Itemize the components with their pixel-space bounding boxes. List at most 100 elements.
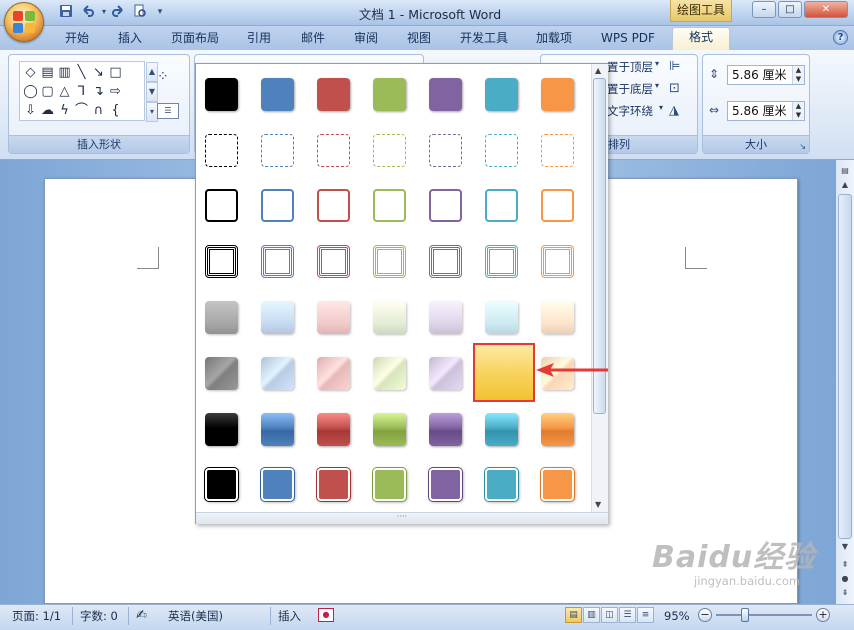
arc-shape-icon[interactable]: ⌒: [73, 102, 90, 119]
undo-icon[interactable]: [80, 4, 96, 20]
shape-style-swatch[interactable]: [317, 468, 350, 501]
zoom-out-icon[interactable]: −: [698, 608, 712, 622]
shape-style-swatch[interactable]: [261, 357, 294, 390]
maximize-button[interactable]: □: [778, 1, 802, 18]
shape-style-swatch[interactable]: [317, 134, 350, 167]
shape-styles-gallery[interactable]: ▲ ▼ ····: [195, 63, 608, 524]
curve-shape-icon[interactable]: ∩: [90, 102, 107, 119]
brace-shape-icon[interactable]: {: [107, 102, 124, 119]
tab-wps-pdf[interactable]: WPS PDF: [592, 29, 664, 49]
shape-style-swatch[interactable]: [429, 413, 462, 446]
tab-developer[interactable]: 开发工具: [451, 29, 517, 49]
gallery-scroll-down-icon[interactable]: ▼: [595, 500, 601, 509]
down-arrow-shape-icon[interactable]: ⇩: [22, 102, 39, 119]
shape-style-swatch[interactable]: [429, 78, 462, 111]
rounded-rect-shape-icon[interactable]: ▢: [39, 83, 56, 100]
shape-style-swatch[interactable]: [205, 189, 238, 222]
shape-style-swatch[interactable]: [485, 413, 518, 446]
office-button[interactable]: [4, 2, 44, 42]
shape-style-swatch[interactable]: [261, 189, 294, 222]
elbow-connector-shape-icon[interactable]: ⅂: [73, 83, 90, 100]
rotate-icon[interactable]: ◮: [669, 103, 679, 118]
shape-style-swatch[interactable]: [429, 245, 462, 278]
vertical-scroll-thumb[interactable]: [838, 194, 852, 539]
zoom-level[interactable]: 95%: [664, 608, 690, 624]
edit-points-icon[interactable]: ⁘: [157, 69, 179, 87]
language-indicator[interactable]: 英语(美国): [168, 608, 223, 624]
shape-style-swatch[interactable]: [541, 78, 574, 111]
diamond-shape-icon[interactable]: ◇: [22, 64, 39, 81]
shape-height-input[interactable]: 5.86 厘米 ▲ ▼: [727, 65, 805, 85]
tab-add-ins[interactable]: 加载项: [527, 29, 581, 49]
customize-icon[interactable]: ▾: [152, 4, 168, 20]
shape-style-swatch[interactable]: [317, 189, 350, 222]
send-to-back-dropdown-icon[interactable]: ▾: [655, 81, 659, 90]
shape-style-swatch[interactable]: [205, 134, 238, 167]
size-dialog-launcher-icon[interactable]: ↘: [799, 142, 806, 151]
line-shape-icon[interactable]: ╲: [73, 64, 90, 81]
web-layout-view-icon[interactable]: ◫: [601, 607, 618, 623]
gallery-scrollbar[interactable]: ▲ ▼: [591, 64, 608, 512]
shape-style-swatch[interactable]: [429, 189, 462, 222]
shape-style-swatch[interactable]: [205, 245, 238, 278]
minimize-button[interactable]: –: [752, 1, 776, 18]
outline-view-icon[interactable]: ☰: [619, 607, 636, 623]
word-count[interactable]: 字数: 0: [80, 608, 118, 624]
print-layout-view-icon[interactable]: ▤: [565, 607, 582, 623]
cloud-shape-icon[interactable]: ☁: [39, 102, 56, 119]
page-count[interactable]: 页面: 1/1: [12, 608, 61, 624]
elbow-arrow-shape-icon[interactable]: ↴: [90, 83, 107, 100]
shape-style-swatch[interactable]: [373, 357, 406, 390]
freeform-shape-icon[interactable]: ϟ: [56, 102, 73, 119]
tab-mailings[interactable]: 邮件: [292, 29, 334, 49]
shape-style-swatch[interactable]: [205, 468, 238, 501]
shape-style-swatch[interactable]: [373, 245, 406, 278]
gallery-scroll-up-icon[interactable]: ▲: [595, 66, 601, 75]
shape-style-swatch[interactable]: [429, 301, 462, 334]
shape-style-swatch[interactable]: [205, 413, 238, 446]
zoom-slider-track[interactable]: [716, 608, 812, 622]
print-preview-icon[interactable]: [132, 4, 148, 20]
tab-insert[interactable]: 插入: [109, 29, 151, 49]
zoom-slider-thumb[interactable]: [740, 608, 749, 622]
draft-view-icon[interactable]: ≡: [637, 607, 654, 623]
oval-shape-icon[interactable]: ◯: [22, 83, 39, 100]
shape-style-swatch[interactable]: [485, 245, 518, 278]
shape-style-swatch[interactable]: [485, 301, 518, 334]
shape-style-swatch[interactable]: [317, 413, 350, 446]
proofing-icon[interactable]: ✍: [136, 608, 147, 624]
shape-style-swatch[interactable]: [261, 413, 294, 446]
tab-format[interactable]: 格式: [672, 27, 730, 50]
text-wrap-button[interactable]: 文字环绕: [607, 101, 677, 121]
shape-style-swatch[interactable]: [317, 245, 350, 278]
shape-style-swatch[interactable]: [373, 413, 406, 446]
scroll-up-icon[interactable]: ▲: [838, 178, 852, 192]
right-arrow-shape-icon[interactable]: ⇨: [107, 83, 124, 100]
shape-style-swatch[interactable]: [317, 78, 350, 111]
draw-textbox-icon[interactable]: ☰: [157, 103, 179, 119]
shape-width-input[interactable]: 5.86 厘米 ▲ ▼: [727, 101, 805, 121]
tab-view[interactable]: 视图: [398, 29, 440, 49]
shape-style-swatch[interactable]: [485, 134, 518, 167]
shape-style-swatch[interactable]: [261, 301, 294, 334]
shape-style-swatch[interactable]: [485, 78, 518, 111]
close-button[interactable]: ✕: [804, 1, 848, 18]
zoom-in-icon[interactable]: +: [816, 608, 830, 622]
shape-style-swatch[interactable]: [485, 189, 518, 222]
shape-style-swatch[interactable]: [373, 134, 406, 167]
shape-style-swatch[interactable]: [541, 301, 574, 334]
textbox-shape-icon[interactable]: ▤: [39, 64, 56, 81]
shape-width-spinner-icon[interactable]: ▲ ▼: [792, 102, 804, 120]
ruler-toggle-icon[interactable]: ▤: [838, 164, 852, 178]
shape-style-swatch[interactable]: [261, 245, 294, 278]
shape-style-swatch[interactable]: [373, 301, 406, 334]
arrow-line-shape-icon[interactable]: ↘: [90, 64, 107, 81]
shape-style-swatch[interactable]: [261, 468, 294, 501]
vertical-textbox-shape-icon[interactable]: ▥: [56, 64, 73, 81]
tab-review[interactable]: 审阅: [345, 29, 387, 49]
shape-style-swatch[interactable]: [205, 78, 238, 111]
macro-record-icon[interactable]: ●: [318, 608, 334, 622]
send-to-back-button[interactable]: 置于底层: [607, 79, 677, 99]
triangle-shape-icon[interactable]: △: [56, 83, 73, 100]
shape-style-swatch[interactable]: [541, 189, 574, 222]
